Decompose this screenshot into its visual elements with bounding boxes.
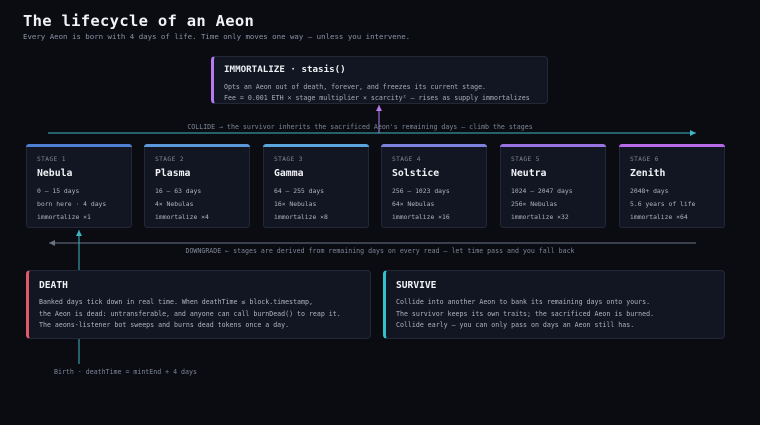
death-line: the Aeon is dead: untransferable, and an…: [39, 309, 341, 318]
immortalize-title: IMMORTALIZE · stasis(): [224, 64, 346, 75]
stage-multiplier: immortalize ×8: [274, 213, 328, 221]
stage-info: 16× Nebulas: [274, 200, 317, 208]
stage-name: Neutra: [511, 168, 547, 179]
stage-range: 64 – 255 days: [274, 187, 325, 195]
death-line: The aeons-listener bot sweeps and burns …: [39, 321, 290, 329]
stage-name: Gamma: [274, 168, 304, 179]
stage-number: STAGE 1: [37, 156, 66, 163]
stage-color-bar: [381, 144, 487, 147]
survive-panel: SURVIVE Collide into another Aeon to ban…: [383, 270, 725, 339]
stage-card-neutra: STAGE 5 Neutra 1024 – 2047 days 256× Neb…: [500, 144, 606, 228]
stage-card-solstice: STAGE 4 Solstice 256 – 1023 days 64× Neb…: [381, 144, 487, 228]
immortalize-description: Opts an Aeon out of death, forever, and …: [224, 83, 487, 91]
stage-name: Solstice: [392, 168, 440, 179]
stage-card-plasma: STAGE 2 Plasma 16 – 63 days 4× Nebulas i…: [144, 144, 250, 228]
collide-label: COLLIDE → the survivor inherits the sacr…: [187, 123, 533, 131]
immortalize-panel: IMMORTALIZE · stasis() Opts an Aeon out …: [211, 56, 548, 104]
stage-color-bar: [263, 144, 369, 147]
death-line: Banked days tick down in real time. When…: [39, 298, 313, 306]
survive-title: SURVIVE: [396, 280, 437, 291]
stage-multiplier: immortalize ×1: [37, 213, 91, 221]
stage-color-bar: [619, 144, 725, 147]
survive-line: The survivor keeps its own traits; the s…: [396, 309, 655, 318]
stage-card-gamma: STAGE 3 Gamma 64 – 255 days 16× Nebulas …: [263, 144, 369, 228]
downgrade-label: DOWNGRADE ← stages are derived from rema…: [185, 247, 575, 255]
stage-info: born here · 4 days: [37, 200, 107, 208]
stage-info: 4× Nebulas: [155, 200, 194, 208]
stage-range: 2048+ days: [630, 187, 669, 195]
stage-info: 256× Nebulas: [511, 200, 558, 208]
stage-color-bar: [144, 144, 250, 147]
stage-range: 1024 – 2047 days: [511, 187, 573, 195]
survive-line: Collide into another Aeon to bank its re…: [396, 298, 651, 306]
stage-name: Zenith: [630, 168, 666, 179]
stage-range: 16 – 63 days: [155, 187, 202, 195]
stage-card-nebula: STAGE 1 Nebula 0 – 15 days born here · 4…: [26, 144, 132, 228]
stage-range: 0 – 15 days: [37, 187, 80, 195]
stage-card-zenith: STAGE 6 Zenith 2048+ days 5.6 years of l…: [619, 144, 725, 228]
survive-line: Collide early — you can only pass on day…: [396, 321, 635, 329]
stage-multiplier: immortalize ×4: [155, 213, 209, 221]
stage-multiplier: immortalize ×64: [630, 213, 688, 221]
stage-number: STAGE 4: [392, 156, 421, 163]
stage-name: Nebula: [37, 168, 73, 179]
birth-label: Birth · deathTime = mintEnd + 4 days: [54, 368, 197, 376]
stage-multiplier: immortalize ×32: [511, 213, 569, 221]
stage-number: STAGE 3: [274, 156, 303, 163]
stage-color-bar: [500, 144, 606, 147]
stage-range: 256 – 1023 days: [392, 187, 450, 195]
stage-number: STAGE 2: [155, 156, 184, 163]
immortalize-fee: Fee = 0.001 ETH × stage multiplier × sca…: [224, 93, 530, 102]
stage-name: Plasma: [155, 168, 191, 179]
death-panel: DEATH Banked days tick down in real time…: [26, 270, 371, 339]
stage-info: 5.6 years of life: [630, 200, 696, 208]
stage-multiplier: immortalize ×16: [392, 213, 450, 221]
stage-info: 64× Nebulas: [392, 200, 435, 208]
stage-number: STAGE 6: [630, 156, 659, 163]
stage-color-bar: [26, 144, 132, 147]
stage-number: STAGE 5: [511, 156, 540, 163]
death-title: DEATH: [39, 280, 68, 291]
